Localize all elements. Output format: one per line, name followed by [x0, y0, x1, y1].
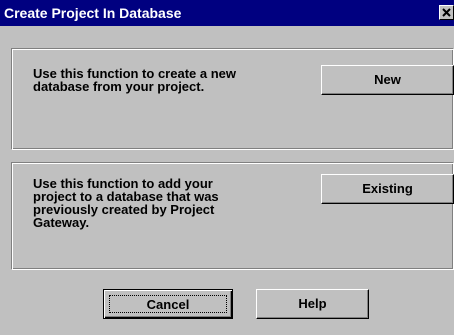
focus-ring: Cancel — [109, 295, 227, 313]
cancel-button-label: Cancel — [146, 297, 190, 312]
help-button-label: Help — [298, 296, 327, 311]
existing-button-label: Existing — [362, 181, 413, 196]
create-project-dialog: Create Project In Database Use this func… — [0, 0, 454, 335]
dialog-title: Create Project In Database — [4, 5, 182, 21]
new-database-group — [11, 48, 454, 150]
new-button-label: New — [374, 72, 401, 87]
title-bar[interactable]: Create Project In Database — [0, 0, 454, 26]
help-button[interactable]: Help — [256, 289, 369, 319]
existing-button[interactable]: Existing — [321, 174, 454, 204]
new-button[interactable]: New — [321, 65, 454, 95]
new-database-description: Use this function to create a new databa… — [33, 66, 236, 94]
close-icon — [442, 8, 451, 17]
existing-database-description: Use this function to add your project to… — [33, 176, 219, 230]
cancel-button[interactable]: Cancel — [103, 289, 233, 319]
close-button[interactable] — [439, 5, 454, 20]
